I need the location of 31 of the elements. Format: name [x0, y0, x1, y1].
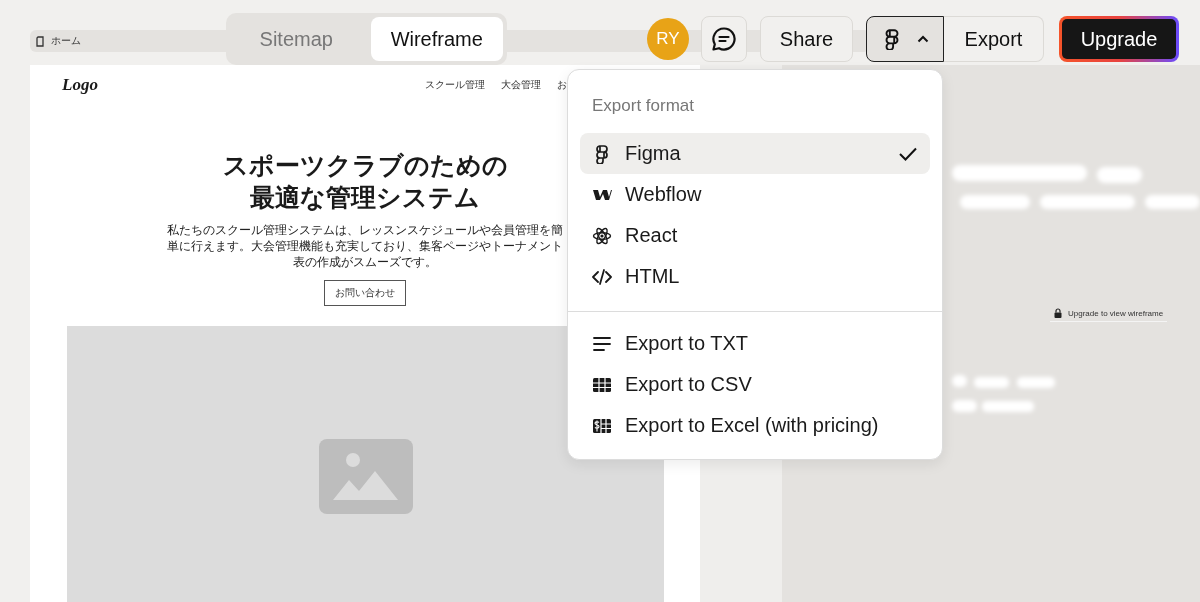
view-tab[interactable]: Wireframe: [370, 17, 503, 61]
page-tab-label[interactable]: ホーム: [51, 34, 81, 48]
atom-icon: [592, 225, 612, 246]
hero-title: スポーツクラブのための 最適な管理システム: [222, 150, 508, 214]
export-option[interactable]: Export to CSV: [580, 364, 930, 405]
nav-link[interactable]: スクール管理: [425, 78, 485, 92]
page-icon: [36, 35, 45, 47]
upgrade-button[interactable]: Upgrade: [1059, 16, 1179, 62]
export-target-dropdown[interactable]: [866, 16, 944, 62]
hero-description: 私たちのスクール管理システムは、レッスンスケジュールや会員管理を簡単に行えます。大会管理機能も充実しており、集客ページやトーナメント表の作成がスムーズです。: [167, 222, 563, 270]
export-option[interactable]: Export to TXT: [580, 323, 930, 364]
contact-button[interactable]: お問い合わせ: [324, 280, 406, 306]
export-button[interactable]: Export: [944, 16, 1044, 62]
code-icon: [592, 266, 612, 287]
upgrade-notice-text: Upgrade to view wireframe: [1068, 308, 1164, 318]
format-option[interactable]: Figma: [580, 133, 930, 174]
lock-icon: [1054, 308, 1062, 318]
nav-link[interactable]: 大会管理: [501, 78, 541, 92]
chat-bubble-icon: [711, 26, 737, 52]
format-option[interactable]: Webflow: [580, 174, 930, 215]
export-option[interactable]: Export to Excel (with pricing): [580, 405, 930, 446]
format-option[interactable]: HTML: [580, 256, 930, 297]
logo: Logo: [62, 75, 98, 95]
image-placeholder-icon: [318, 438, 413, 514]
checkmark-icon: [898, 145, 918, 162]
caret-icon: [917, 35, 929, 43]
format-option[interactable]: React: [580, 215, 930, 256]
menu-heading: Export format: [592, 95, 695, 116]
share-button[interactable]: Share: [760, 16, 853, 62]
nav-link[interactable]: お: [557, 78, 567, 92]
comments-button[interactable]: [701, 16, 747, 62]
